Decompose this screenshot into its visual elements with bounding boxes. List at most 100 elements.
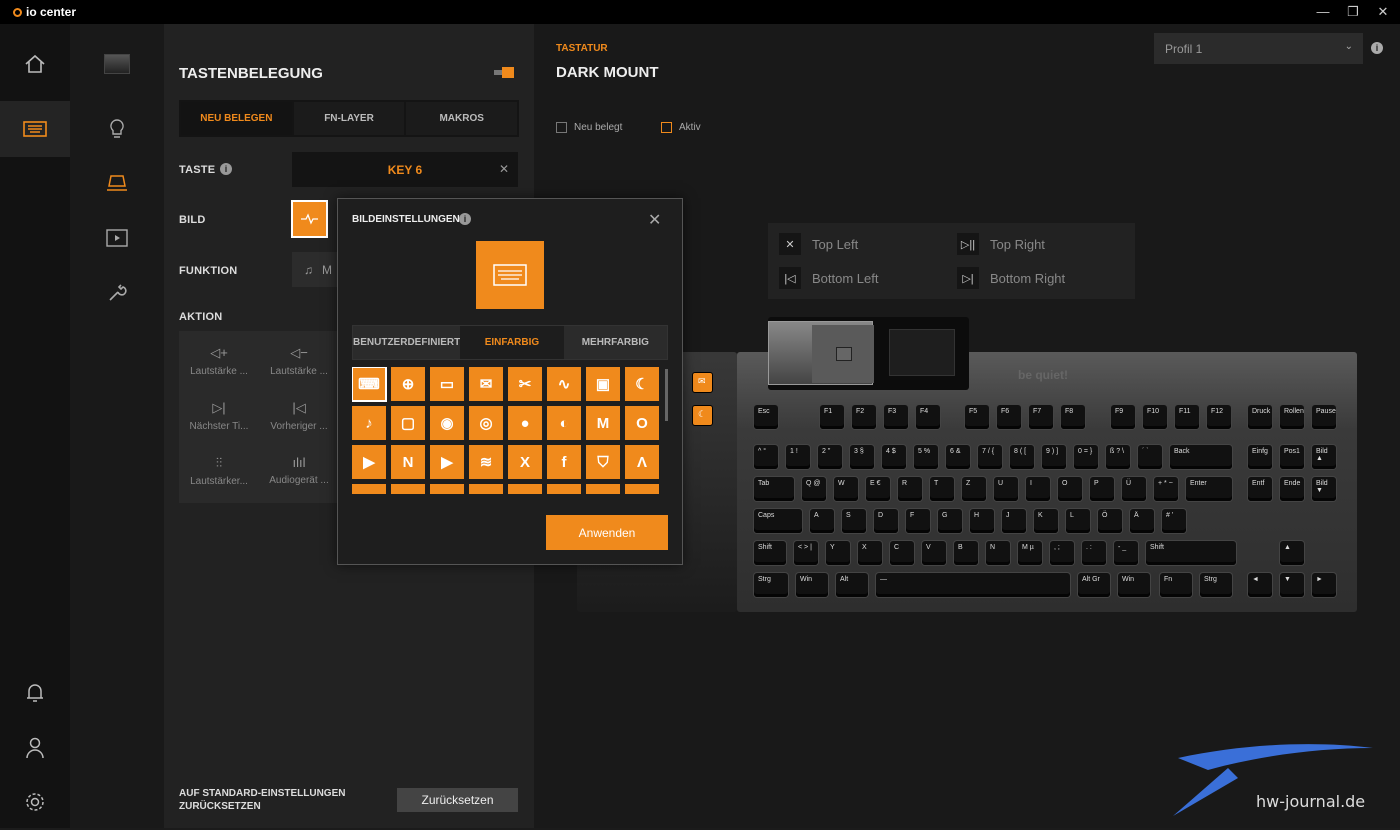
close-window-icon[interactable]: ✕ bbox=[1373, 4, 1393, 20]
sub-nav-keys[interactable] bbox=[70, 163, 164, 203]
lock-icon[interactable]: ▣ bbox=[586, 367, 620, 401]
key-field[interactable]: KEY 6 ✕ bbox=[292, 152, 518, 187]
restore-icon[interactable]: ❐ bbox=[1343, 4, 1363, 20]
key[interactable]: V bbox=[922, 541, 946, 565]
key[interactable]: Alt Gr bbox=[1078, 573, 1110, 597]
key[interactable]: K bbox=[1034, 509, 1058, 533]
toggle-switch[interactable] bbox=[494, 67, 514, 78]
media-keys[interactable] bbox=[768, 321, 874, 385]
minimize-icon[interactable]: — bbox=[1313, 4, 1333, 19]
key[interactable]: . : bbox=[1082, 541, 1106, 565]
key[interactable]: Q @ bbox=[802, 477, 826, 501]
apply-button[interactable]: Anwenden bbox=[546, 515, 668, 550]
info-icon[interactable]: i bbox=[220, 163, 232, 175]
scissors-icon[interactable]: ✂ bbox=[508, 367, 542, 401]
action-volume-mixer[interactable]: ⫶⫶ Lautstärker... bbox=[179, 455, 259, 487]
key[interactable]: F1 bbox=[820, 405, 844, 429]
corner-bottom-right[interactable]: ▷| Bottom Right bbox=[957, 267, 1065, 289]
action-audio-device[interactable]: ılıl Audiogerät ... bbox=[259, 455, 339, 486]
key[interactable]: F4 bbox=[916, 405, 940, 429]
key[interactable]: < > | bbox=[794, 541, 818, 565]
nav-keyboard[interactable] bbox=[0, 101, 70, 157]
key[interactable]: P bbox=[1090, 477, 1114, 501]
key[interactable]: F7 bbox=[1029, 405, 1053, 429]
nav-home[interactable] bbox=[0, 36, 70, 92]
spotify-icon[interactable]: ≋ bbox=[469, 445, 503, 479]
key[interactable]: F8 bbox=[1061, 405, 1085, 429]
info-icon[interactable]: i bbox=[1371, 42, 1383, 54]
sub-nav-display[interactable] bbox=[70, 218, 164, 258]
key[interactable]: F10 bbox=[1143, 405, 1167, 429]
grid-scrollbar[interactable] bbox=[665, 369, 668, 421]
globe-icon[interactable]: ⊕ bbox=[391, 367, 425, 401]
key-moon[interactable]: ☾ bbox=[692, 405, 713, 426]
tab-benutzerdefiniert[interactable]: BENUTZERDEFINIERT bbox=[353, 326, 461, 359]
edge-icon[interactable]: ◐ bbox=[547, 406, 581, 440]
key[interactable]: W bbox=[834, 477, 858, 501]
key[interactable]: Win bbox=[1118, 573, 1150, 597]
key[interactable]: X bbox=[858, 541, 882, 565]
moon-icon[interactable]: ☾ bbox=[625, 367, 659, 401]
key[interactable]: ◄ bbox=[1248, 573, 1272, 597]
key[interactable]: Strg bbox=[754, 573, 788, 597]
netflix-icon[interactable]: N bbox=[391, 445, 425, 479]
key[interactable]: ß ? \ bbox=[1106, 445, 1130, 469]
image-picker-button[interactable] bbox=[291, 200, 328, 238]
key[interactable]: Pos1 bbox=[1280, 445, 1304, 469]
key[interactable]: Caps bbox=[754, 509, 802, 533]
twitch-icon[interactable]: ▢ bbox=[391, 406, 425, 440]
key[interactable]: L bbox=[1066, 509, 1090, 533]
icon-partial[interactable] bbox=[625, 484, 659, 494]
key[interactable]: N bbox=[986, 541, 1010, 565]
prime-video-icon[interactable]: ▶ bbox=[352, 445, 386, 479]
key[interactable]: 0 = } bbox=[1074, 445, 1098, 469]
icon-partial[interactable] bbox=[391, 484, 425, 494]
key[interactable]: Ö bbox=[1098, 509, 1122, 533]
key[interactable]: ▼ bbox=[1280, 573, 1304, 597]
icon-partial[interactable] bbox=[508, 484, 542, 494]
corner-bottom-left[interactable]: |◁ Bottom Left bbox=[779, 267, 878, 289]
key[interactable]: F3 bbox=[884, 405, 908, 429]
key[interactable]: Back bbox=[1170, 445, 1232, 469]
reset-button[interactable]: Zurücksetzen bbox=[397, 788, 518, 812]
key[interactable]: J bbox=[1002, 509, 1026, 533]
icon-partial[interactable] bbox=[352, 484, 386, 494]
key[interactable]: Strg bbox=[1200, 573, 1232, 597]
key-mail[interactable]: ✉ bbox=[692, 372, 713, 393]
tiktok-icon[interactable]: ♪ bbox=[352, 406, 386, 440]
key[interactable]: Win bbox=[796, 573, 828, 597]
key[interactable]: 5 % bbox=[914, 445, 938, 469]
firefox-icon[interactable]: ● bbox=[508, 406, 542, 440]
key[interactable]: # ' bbox=[1162, 509, 1186, 533]
facebook-icon[interactable]: f bbox=[547, 445, 581, 479]
key[interactable]: 2 " bbox=[818, 445, 842, 469]
clear-icon[interactable]: ✕ bbox=[499, 162, 509, 176]
key[interactable]: Esc bbox=[754, 405, 778, 429]
key[interactable]: A bbox=[810, 509, 834, 533]
key[interactable]: H bbox=[970, 509, 994, 533]
key[interactable]: I bbox=[1026, 477, 1050, 501]
key[interactable]: 3 § bbox=[850, 445, 874, 469]
key[interactable]: E € bbox=[866, 477, 890, 501]
key[interactable]: Ä bbox=[1130, 509, 1154, 533]
key[interactable]: ► bbox=[1312, 573, 1336, 597]
key[interactable]: T bbox=[930, 477, 954, 501]
action-volume-up[interactable]: ◁+ Lautstärke ... bbox=[179, 345, 259, 377]
key[interactable]: Bild ▲ bbox=[1312, 445, 1336, 469]
key[interactable]: F6 bbox=[997, 405, 1021, 429]
tab-einfarbig[interactable]: EINFARBIG bbox=[460, 326, 564, 359]
key[interactable]: Bild ▼ bbox=[1312, 477, 1336, 501]
device-thumbnail[interactable] bbox=[70, 44, 164, 84]
key[interactable]: Entf bbox=[1248, 477, 1272, 501]
icon-partial[interactable] bbox=[430, 484, 464, 494]
nav-settings[interactable] bbox=[0, 774, 70, 830]
nav-account[interactable] bbox=[0, 720, 70, 776]
key[interactable]: 1 ! bbox=[786, 445, 810, 469]
icon-partial[interactable] bbox=[469, 484, 503, 494]
key[interactable]: Rollen bbox=[1280, 405, 1304, 429]
sub-nav-tools[interactable] bbox=[70, 272, 164, 312]
key[interactable]: Shift bbox=[754, 541, 786, 565]
key[interactable]: F2 bbox=[852, 405, 876, 429]
key[interactable]: O bbox=[1058, 477, 1082, 501]
key[interactable]: Einfg bbox=[1248, 445, 1272, 469]
